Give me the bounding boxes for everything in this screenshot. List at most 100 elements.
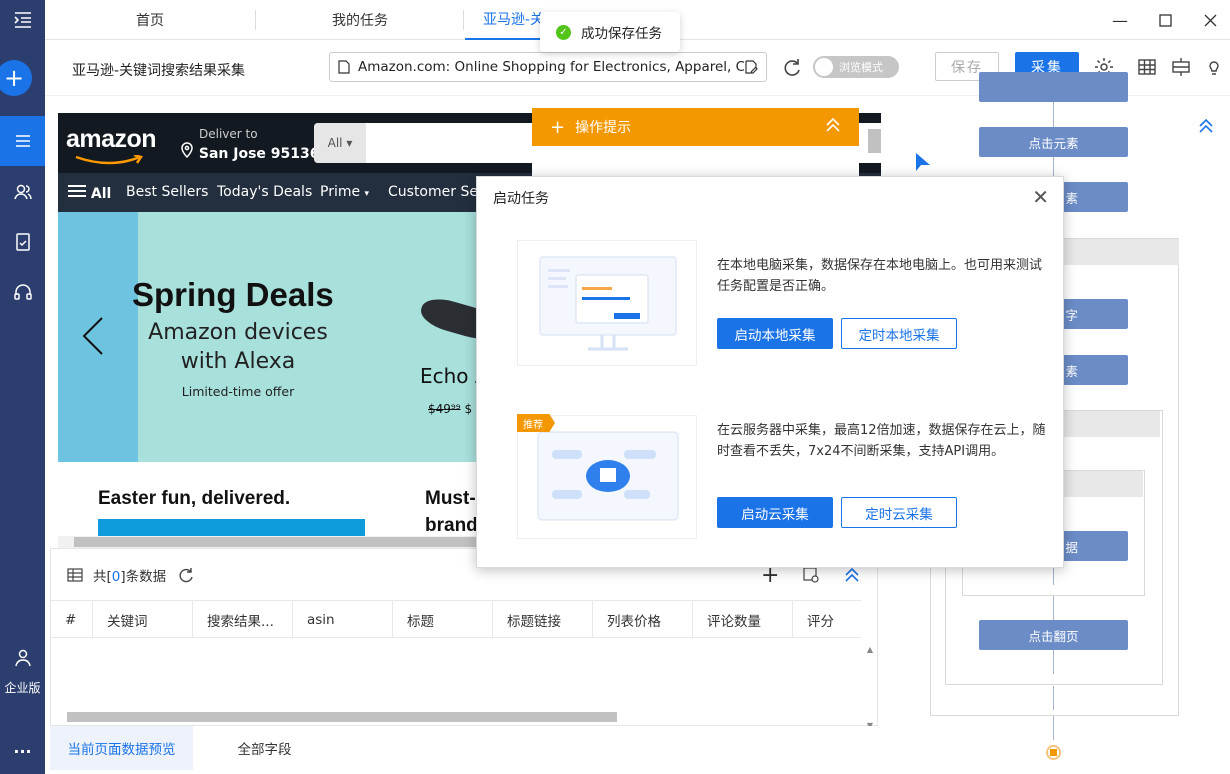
nav-prime[interactable]: Prime ▾	[320, 184, 369, 200]
schedule-local-collect-button[interactable]: 定时本地采集	[841, 318, 957, 349]
card-title: Easter fun, delivered.	[98, 488, 291, 509]
preview-horizontal-scrollbar[interactable]	[67, 712, 617, 722]
close-window-icon[interactable]	[1198, 8, 1222, 32]
toggle-knob	[815, 58, 833, 76]
schedule-cloud-collect-button[interactable]: 定时云采集	[841, 497, 957, 528]
tips-title: 操作提示	[575, 120, 632, 136]
cloud-collect-illustration	[517, 415, 697, 539]
collapse-menu-icon[interactable]	[0, 0, 45, 40]
table-icon	[67, 568, 83, 582]
url-field[interactable]: Amazon.com: Online Shopping for Electron…	[329, 52, 767, 82]
flow-node-next-page[interactable]: 点击翻页	[979, 620, 1128, 650]
collapse-up-icon[interactable]	[844, 567, 860, 583]
minimize-icon[interactable]: —	[1108, 8, 1132, 32]
data-count: 共[0]条数据	[93, 565, 166, 585]
deliver-location: San Jose 95136	[180, 142, 319, 162]
lightbulb-icon[interactable]	[1203, 56, 1225, 78]
hamburger-icon	[68, 185, 86, 197]
card-title-line2: brand	[425, 515, 478, 536]
tab-all-fields[interactable]: 全部字段	[193, 726, 336, 770]
cloud-illustration	[537, 431, 679, 521]
url-text: Amazon.com: Online Shopping for Electron…	[358, 59, 744, 75]
column-header[interactable]: 评论数量	[692, 601, 792, 638]
browse-mode-label: 浏览模式	[839, 61, 883, 74]
preview-tabs: 当前页面数据预览 全部字段	[50, 726, 878, 774]
search-category-select[interactable]: All ▾	[314, 123, 366, 163]
hero-subtitle-line2: with Alexa	[180, 349, 296, 374]
layout-icon[interactable]	[1170, 56, 1192, 78]
card-title-line1: Must-	[425, 488, 476, 509]
tab-divider	[255, 10, 256, 30]
collapse-up-icon[interactable]	[825, 117, 841, 137]
card-title: Must- brand	[425, 485, 478, 539]
task-name[interactable]: 亚马逊-关键词搜索结果采集	[72, 60, 245, 80]
settings-table-icon[interactable]	[803, 567, 819, 583]
browser-vertical-scrollbar[interactable]	[868, 129, 881, 153]
start-local-collect-button[interactable]: 启动本地采集	[717, 318, 833, 349]
tab-current-page-preview[interactable]: 当前页面数据预览	[50, 726, 193, 770]
refresh-icon[interactable]	[781, 56, 803, 78]
maximize-icon[interactable]	[1153, 8, 1177, 32]
column-header[interactable]: 关键词	[92, 601, 192, 638]
dialog-title: 启动任务	[493, 191, 549, 207]
refresh-icon[interactable]	[178, 567, 194, 583]
echo-price: $49⁹⁹ $	[428, 402, 472, 416]
headset-icon[interactable]	[0, 272, 45, 312]
table-icon[interactable]	[1136, 56, 1158, 78]
more-icon[interactable]: ...	[0, 738, 45, 757]
tab-home[interactable]: 首页	[105, 0, 195, 40]
search-category-label: All	[327, 136, 343, 150]
deliver-to[interactable]: Deliver to San Jose 95136	[180, 127, 319, 162]
column-header[interactable]: 标题链接	[492, 601, 592, 638]
flow-node[interactable]	[979, 72, 1128, 102]
recommended-tag: 推荐	[517, 414, 555, 432]
count-suffix: ]条数据	[120, 569, 167, 585]
location-text: San Jose 95136	[198, 146, 320, 162]
carousel-prev-icon[interactable]	[82, 316, 104, 367]
column-header[interactable]: asin	[292, 601, 392, 638]
tab-my-tasks[interactable]: 我的任务	[310, 0, 410, 40]
team-icon[interactable]	[0, 172, 45, 212]
browse-mode-toggle[interactable]: 浏览模式	[813, 56, 899, 78]
nav-todays-deals[interactable]: Today's Deals	[217, 184, 312, 200]
column-header[interactable]: 列表价格	[592, 601, 692, 638]
mouse-cursor-icon	[916, 153, 930, 171]
edit-url-icon[interactable]	[744, 60, 758, 74]
close-icon[interactable]: ✕	[1032, 185, 1049, 209]
tasks-check-icon[interactable]	[0, 222, 45, 262]
task-list-icon[interactable]	[0, 116, 45, 166]
scroll-up-icon[interactable]: ▲	[867, 645, 873, 654]
tab-divider	[463, 10, 464, 30]
amazon-logo[interactable]: amazon	[66, 125, 157, 154]
nav-best-sellers[interactable]: Best Sellers	[126, 184, 208, 200]
column-header[interactable]: #	[51, 601, 92, 638]
user-icon[interactable]	[0, 640, 45, 676]
flow-connector	[1053, 102, 1054, 128]
cloud-collect-description: 在云服务器中采集，最高12倍加速，数据保存在云上，随时查看不丢失，7x24不间断…	[717, 423, 1046, 459]
hero-title: Spring Deals	[132, 276, 334, 313]
new-task-button[interactable]: +	[0, 60, 32, 96]
column-header[interactable]: 标题	[392, 601, 492, 638]
flow-node-click-element[interactable]: 点击元素	[979, 127, 1128, 157]
location-pin-icon	[181, 142, 193, 159]
start-cloud-collect-button[interactable]: 启动云采集	[717, 497, 833, 528]
tips-panel-body	[532, 146, 859, 176]
start-task-dialog: 启动任务 ✕ 在本地电脑采集，数据保存在本地电脑上。也可用来测试任务配置是否正确…	[476, 176, 1064, 568]
browser-horizontal-scrollbar[interactable]	[74, 537, 476, 547]
local-collect-illustration	[517, 240, 697, 366]
nav-all[interactable]: All	[68, 184, 111, 202]
promo-card-easter[interactable]: Easter fun, delivered.	[78, 463, 384, 546]
flow-end-icon[interactable]	[1046, 745, 1061, 760]
column-header[interactable]: 评分	[792, 601, 861, 638]
collapse-up-icon[interactable]	[1198, 118, 1214, 134]
amazon-smile-icon	[75, 155, 143, 165]
enterprise-label[interactable]: 企业版	[0, 679, 45, 696]
column-header[interactable]: 搜索结果...	[192, 601, 292, 638]
data-preview-panel: 共[0]条数据 + # 关键词 搜索结果... asin 标题 标题链接 列表价…	[50, 548, 878, 730]
echo-new-price: $	[464, 402, 473, 416]
flow-connector	[1053, 596, 1054, 620]
preview-table-header: # 关键词 搜索结果... asin 标题 标题链接 列表价格 评论数量 评分	[51, 600, 861, 638]
tips-panel-header[interactable]: + 操作提示	[532, 108, 859, 146]
success-toast: ✓ 成功保存任务	[540, 12, 680, 52]
hero-offer: Limited-time offer	[181, 384, 295, 399]
